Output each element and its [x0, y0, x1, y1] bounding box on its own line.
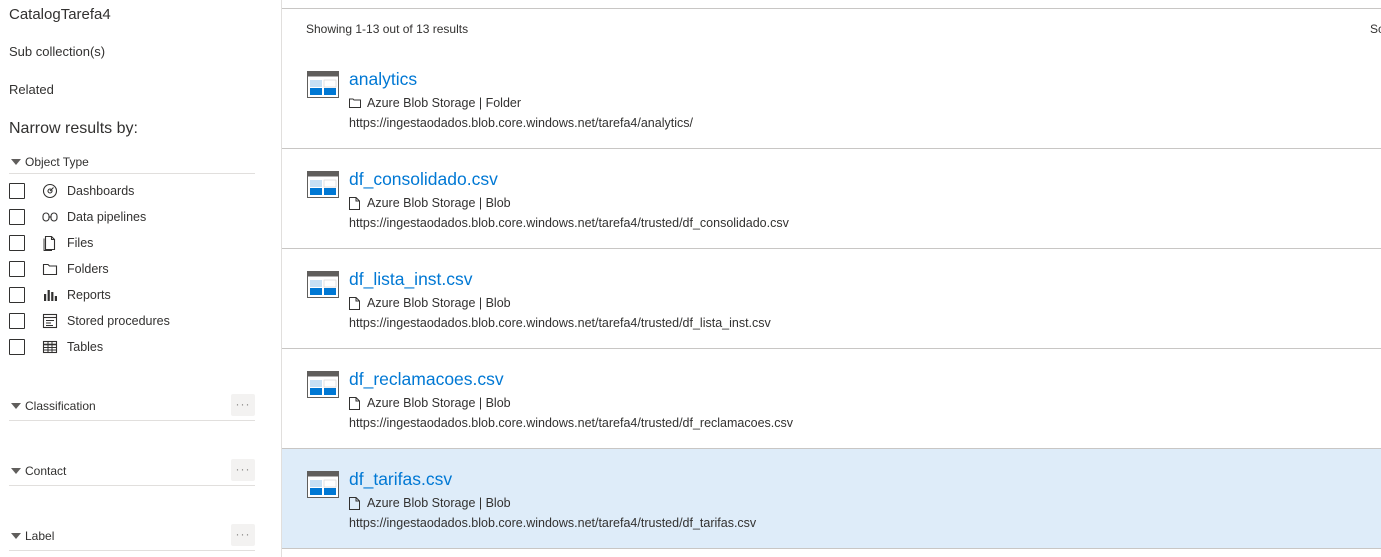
caret-down-icon [11, 403, 21, 409]
file-icon [42, 235, 58, 251]
file-icon [349, 496, 361, 510]
facet-stored-procedures[interactable]: Stored procedures [9, 312, 170, 330]
blob-asset-icon [307, 171, 339, 198]
results-count: Showing 1-13 out of 13 results [306, 22, 469, 36]
result-source-type: Azure Blob Storage | Blob [367, 196, 511, 210]
file-icon [349, 296, 361, 310]
checkbox[interactable] [9, 261, 25, 277]
result-path: https://ingestaodados.blob.core.windows.… [349, 216, 789, 230]
divider [9, 485, 255, 486]
facet-label: Files [67, 236, 94, 250]
facet-label: Tables [67, 340, 104, 354]
result-name-link[interactable]: df_consolidado.csv [349, 169, 498, 190]
file-icon [349, 196, 361, 210]
dashboard-icon [42, 183, 58, 199]
facet-files[interactable]: Files [9, 234, 93, 252]
result-name-link[interactable]: analytics [349, 69, 417, 90]
related-link[interactable]: Related [9, 82, 54, 97]
contact-label: Contact [25, 464, 67, 478]
result-meta: Azure Blob Storage | Blob [349, 396, 511, 410]
result-name-link[interactable]: df_tarifas.csv [349, 469, 452, 490]
classification-section-toggle[interactable]: Classification [11, 399, 255, 413]
result-source-type: Azure Blob Storage | Blob [367, 396, 511, 410]
catalog-title: CatalogTarefa4 [9, 6, 111, 23]
checkbox[interactable] [9, 339, 25, 355]
result-row[interactable]: analytics Azure Blob Storage | Folder http… [282, 49, 1381, 149]
table-icon [42, 339, 58, 355]
classification-more-button[interactable]: ··· [231, 394, 255, 416]
contact-more-button[interactable]: ··· [231, 459, 255, 481]
sidebar: CatalogTarefa4 Sub collection(s) Related… [0, 0, 282, 557]
blob-asset-icon [307, 371, 339, 398]
facet-reports[interactable]: Reports [9, 286, 111, 304]
facet-label: Stored procedures [67, 314, 170, 328]
sub-collections-link[interactable]: Sub collection(s) [9, 44, 105, 59]
result-name-link[interactable]: df_reclamacoes.csv [349, 369, 504, 390]
caret-down-icon [11, 159, 21, 165]
divider [9, 420, 255, 421]
result-source-type: Azure Blob Storage | Folder [367, 96, 522, 110]
classification-label: Classification [25, 399, 96, 413]
divider [9, 550, 255, 551]
facet-dashboards[interactable]: Dashboards [9, 182, 134, 200]
checkbox[interactable] [9, 313, 25, 329]
label-section-toggle[interactable]: Label [11, 529, 255, 543]
divider [9, 173, 255, 174]
blob-asset-icon [307, 471, 339, 498]
folder-icon [42, 261, 58, 277]
sort-by-dropdown[interactable]: Sc [1370, 22, 1381, 36]
facet-tables[interactable]: Tables [9, 338, 103, 356]
checkbox[interactable] [9, 287, 25, 303]
caret-down-icon [11, 468, 21, 474]
checkbox[interactable] [9, 183, 25, 199]
facet-label: Reports [67, 288, 111, 302]
result-name-link[interactable]: df_lista_inst.csv [349, 269, 473, 290]
facet-label: Dashboards [67, 184, 135, 198]
checkbox[interactable] [9, 209, 25, 225]
result-source-type: Azure Blob Storage | Blob [367, 296, 511, 310]
result-row[interactable]: df_lista_inst.csv Azure Blob Storage | Bl… [282, 249, 1381, 349]
result-path: https://ingestaodados.blob.core.windows.… [349, 516, 757, 530]
facet-data-pipelines[interactable]: Data pipelines [9, 208, 146, 226]
report-icon [42, 287, 58, 303]
result-row[interactable]: df_reclamacoes.csv Azure Blob Storage | B… [282, 349, 1381, 449]
divider [282, 548, 1381, 549]
file-icon [349, 396, 361, 410]
result-row[interactable]: df_tarifas.csv Azure Blob Storage | Blob h… [282, 449, 1381, 549]
label-section-label: Label [25, 529, 55, 543]
facet-label: Folders [67, 262, 109, 276]
label-more-button[interactable]: ··· [231, 524, 255, 546]
result-path: https://ingestaodados.blob.core.windows.… [349, 316, 771, 330]
result-row[interactable]: df_consolidado.csv Azure Blob Storage | B… [282, 149, 1381, 249]
result-meta: Azure Blob Storage | Blob [349, 196, 511, 210]
object-type-label: Object Type [25, 155, 89, 169]
narrow-results-heading: Narrow results by: [9, 120, 138, 137]
result-path: https://ingestaodados.blob.core.windows.… [349, 416, 794, 430]
caret-down-icon [11, 533, 21, 539]
contact-section-toggle[interactable]: Contact [11, 464, 255, 478]
result-meta: Azure Blob Storage | Blob [349, 496, 511, 510]
checkbox[interactable] [9, 235, 25, 251]
facet-folders[interactable]: Folders [9, 260, 109, 278]
result-meta: Azure Blob Storage | Folder [349, 96, 521, 110]
object-type-section-toggle[interactable]: Object Type [11, 155, 255, 169]
result-meta: Azure Blob Storage | Blob [349, 296, 511, 310]
result-path: https://ingestaodados.blob.core.windows.… [349, 116, 693, 130]
blob-asset-icon [307, 71, 339, 98]
blob-asset-icon [307, 271, 339, 298]
divider [282, 8, 1381, 9]
facet-label: Data pipelines [67, 210, 147, 224]
folder-icon [349, 97, 361, 110]
pipeline-icon [42, 209, 58, 225]
stored-procedure-icon [42, 313, 58, 329]
result-source-type: Azure Blob Storage | Blob [367, 496, 511, 510]
results-pane: Showing 1-13 out of 13 results Sc analyt… [282, 0, 1381, 557]
